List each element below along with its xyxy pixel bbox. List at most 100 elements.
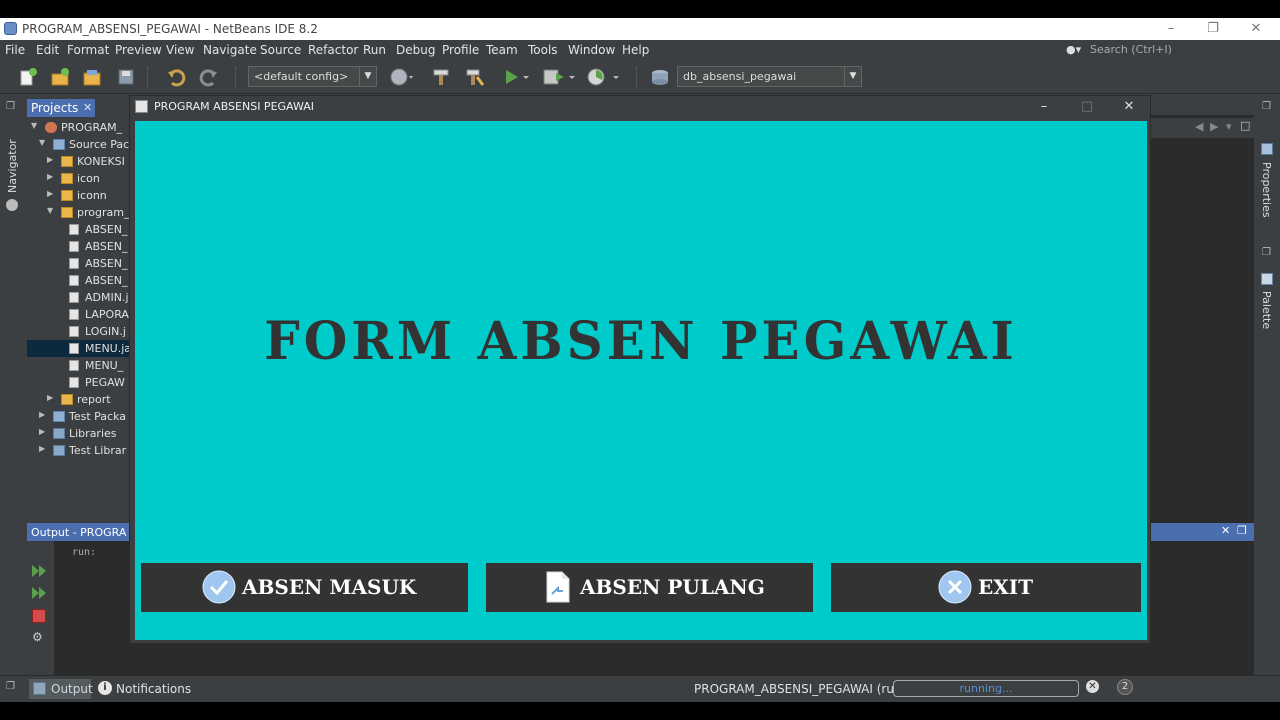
tree-item[interactable]: ▼ program_ — [27, 204, 132, 221]
tree-item[interactable]: ABSEN_ — [27, 255, 132, 272]
menu-file[interactable]: File — [5, 43, 25, 57]
rerun-icon[interactable] — [31, 563, 47, 579]
library-icon — [53, 428, 65, 439]
expand-arrow-icon[interactable]: ▼ — [31, 121, 37, 130]
tree-item[interactable]: ABSEN_ — [27, 221, 132, 238]
palette-tab[interactable]: Palette — [1260, 291, 1273, 329]
app-titlebar: PROGRAM ABSENSI PEGAWAI – □ ✕ — [130, 96, 1150, 118]
new-file-icon[interactable] — [18, 67, 38, 87]
menu-navigate[interactable]: Navigate — [203, 43, 257, 57]
tab-projects[interactable]: Projects ✕ — [27, 99, 95, 117]
close-button[interactable]: ✕ — [1241, 20, 1271, 38]
tree-item-label: Test Packa — [69, 410, 127, 423]
tree-item[interactable]: ▶ Test Librar — [27, 442, 132, 459]
debug-project-icon[interactable] — [542, 67, 575, 87]
tree-item[interactable]: ▼ PROGRAM_ — [27, 119, 132, 136]
tree-item[interactable]: ADMIN.j — [27, 289, 132, 306]
menu-format[interactable]: Format — [67, 43, 109, 57]
tree-item[interactable]: PEGAW — [27, 374, 132, 391]
tree-item[interactable]: MENU.ja — [27, 340, 132, 357]
menu-window[interactable]: Window — [568, 43, 615, 57]
tree-item[interactable]: ▶ report — [27, 391, 132, 408]
app-maximize-button[interactable]: □ — [1072, 98, 1102, 116]
collapse-arrow-icon[interactable]: ▶ — [39, 410, 45, 419]
absen-masuk-button[interactable]: ABSEN MASUK — [141, 563, 468, 612]
maximize-editor-icon[interactable]: □ — [1240, 119, 1250, 132]
menu-edit[interactable]: Edit — [36, 43, 59, 57]
absen-pulang-button[interactable]: ABSEN PULANG — [486, 563, 813, 612]
menu-tools[interactable]: Tools — [528, 43, 558, 57]
output-icon — [33, 682, 46, 695]
menu-view[interactable]: View — [166, 43, 194, 57]
configuration-select[interactable]: <default config> ▼ — [248, 66, 377, 87]
collapse-arrow-icon[interactable]: ▶ — [47, 393, 53, 402]
search-field[interactable]: ●▾ Search (Ctrl+I) — [1064, 42, 1254, 58]
java-file-icon — [69, 309, 79, 320]
new-project-icon[interactable] — [50, 67, 70, 87]
notification-count-badge[interactable]: 2 — [1117, 679, 1133, 695]
tree-item[interactable]: ▼ Source Pac — [27, 136, 132, 153]
tree-item[interactable]: ABSEN_ — [27, 238, 132, 255]
menu-team[interactable]: Team — [486, 43, 518, 57]
restore-window-icon[interactable]: ❐ — [6, 681, 15, 692]
database-icon[interactable] — [648, 67, 668, 87]
close-icon[interactable]: ✕ — [1221, 524, 1230, 537]
notifications-label[interactable]: Notifications — [116, 682, 191, 696]
rerun-with-params-icon[interactable] — [31, 585, 47, 601]
properties-tab[interactable]: Properties — [1260, 162, 1273, 218]
collapse-arrow-icon[interactable]: ▶ — [47, 155, 53, 164]
open-project-icon[interactable] — [82, 67, 102, 87]
restore-window-icon[interactable]: ❐ — [6, 101, 15, 112]
build-hammer-icon[interactable] — [431, 67, 451, 87]
tree-item[interactable]: ▶ KONEKSI — [27, 153, 132, 170]
undo-icon[interactable] — [166, 67, 186, 87]
navigator-tab[interactable]: Navigator — [6, 139, 19, 193]
collapse-arrow-icon[interactable]: ▶ — [39, 427, 45, 436]
collapse-arrow-icon[interactable]: ▶ — [47, 172, 53, 181]
restore-window-icon[interactable]: ❐ — [1262, 101, 1271, 112]
tree-item[interactable]: LAPORA — [27, 306, 132, 323]
collapse-arrow-icon[interactable]: ▶ — [47, 189, 53, 198]
close-icon[interactable]: ✕ — [83, 101, 92, 114]
tab-output[interactable]: Output - PROGRA — [27, 523, 131, 541]
tab-scroll-right-icon[interactable]: ▶ — [1210, 120, 1218, 133]
tree-item[interactable]: ▶ icon — [27, 170, 132, 187]
minimize-button[interactable]: – — [1156, 20, 1186, 38]
run-project-icon[interactable] — [502, 67, 529, 87]
expand-arrow-icon[interactable]: ▼ — [47, 206, 53, 215]
globe-icon[interactable] — [390, 67, 413, 87]
menu-debug[interactable]: Debug — [396, 43, 435, 57]
collapse-arrow-icon[interactable]: ▶ — [39, 444, 45, 453]
database-select[interactable]: db_absensi_pegawai ▼ — [677, 66, 862, 87]
tree-item[interactable]: LOGIN.j — [27, 323, 132, 340]
stop-icon[interactable] — [32, 609, 46, 623]
app-close-button[interactable]: ✕ — [1114, 98, 1144, 116]
tree-item[interactable]: ▶ iconn — [27, 187, 132, 204]
output-minimized-tab[interactable]: Output — [29, 679, 93, 699]
menu-source[interactable]: Source — [260, 43, 301, 57]
save-all-icon[interactable] — [116, 67, 136, 87]
tree-item[interactable]: MENU_ — [27, 357, 132, 374]
expand-arrow-icon[interactable]: ▼ — [39, 138, 45, 147]
menu-run[interactable]: Run — [363, 43, 386, 57]
restore-window-icon[interactable]: ❐ — [1262, 247, 1271, 258]
settings-tools-icon[interactable]: ⚙ — [32, 630, 46, 644]
menu-refactor[interactable]: Refactor — [308, 43, 358, 57]
menu-preview[interactable]: Preview — [115, 43, 162, 57]
redo-icon[interactable] — [199, 67, 219, 87]
cancel-task-icon[interactable]: ✕ — [1086, 680, 1099, 693]
tab-list-icon[interactable]: ▾ — [1226, 120, 1232, 133]
clean-build-icon[interactable] — [464, 67, 485, 87]
tree-item[interactable]: ▶ Libraries — [27, 425, 132, 442]
form-heading: FORM ABSEN PEGAWAI — [264, 309, 1018, 372]
maximize-button[interactable]: ❐ — [1198, 20, 1228, 38]
restore-window-icon[interactable]: ❐ — [1237, 524, 1247, 537]
exit-button[interactable]: EXIT — [831, 563, 1141, 612]
profile-project-icon[interactable] — [586, 67, 619, 87]
menu-help[interactable]: Help — [622, 43, 649, 57]
app-minimize-button[interactable]: – — [1029, 98, 1059, 116]
tree-item[interactable]: ABSEN_ — [27, 272, 132, 289]
tree-item[interactable]: ▶ Test Packa — [27, 408, 132, 425]
tab-scroll-left-icon[interactable]: ◀ — [1195, 120, 1203, 133]
menu-profile[interactable]: Profile — [442, 43, 479, 57]
